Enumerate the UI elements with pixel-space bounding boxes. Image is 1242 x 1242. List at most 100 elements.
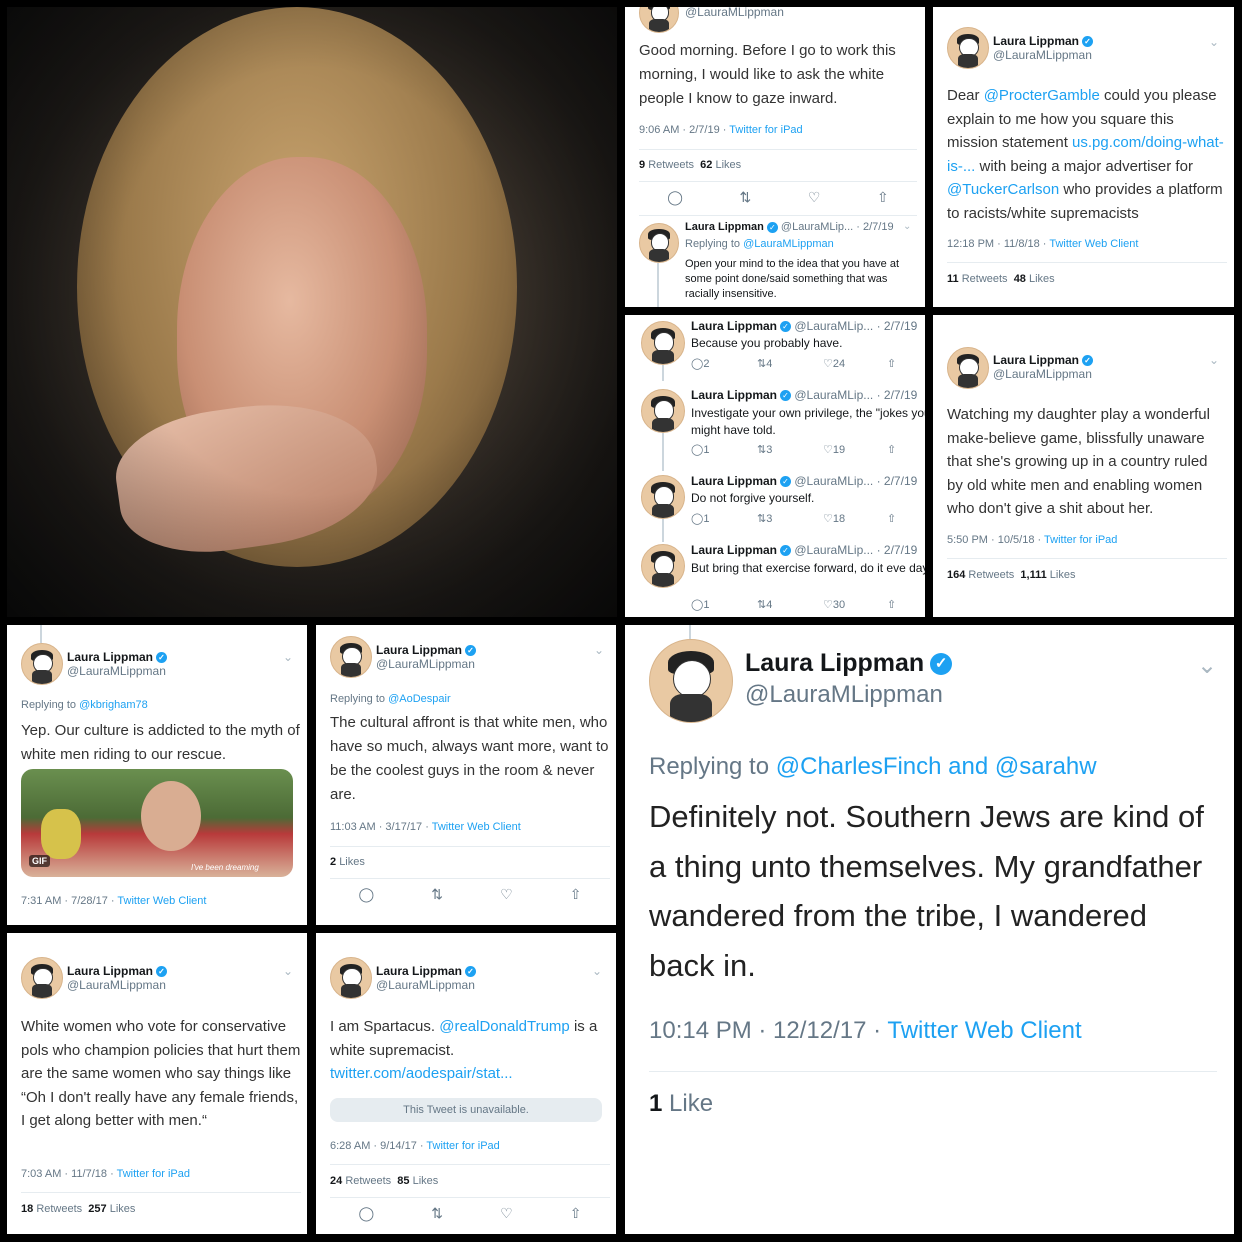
avatar[interactable] [947, 347, 989, 389]
client-link[interactable]: Twitter for iPad [1044, 534, 1117, 546]
tweet-card-southern-jews[interactable]: Laura Lippman ✓ @LauraMLippman ⌄ Replying… [625, 625, 1234, 1234]
reply-header: Laura Lippman ✓ @LauraMLip... · 2/7/19 [685, 221, 894, 233]
client-link[interactable]: Twitter Web Client [117, 895, 206, 907]
tweet-thread[interactable]: Laura Lippman ✓ @LauraMLip... · 2/7/19 Be… [625, 315, 925, 617]
heart-icon[interactable]: ♡ [808, 189, 821, 206]
share-icon[interactable]: ⇧ [570, 886, 582, 903]
author-name[interactable]: Laura Lippman ✓ [993, 34, 1094, 48]
chevron-down-icon[interactable]: ⌄ [1209, 353, 1219, 367]
avatar[interactable] [641, 389, 685, 433]
tweet-card-white-women[interactable]: Laura Lippman ✓ @LauraMLippman ⌄ White wo… [7, 933, 307, 1234]
reply-icon[interactable]: ◯1 [691, 512, 709, 525]
author-name[interactable]: Laura Lippman ✓ [376, 964, 477, 978]
avatar[interactable] [641, 544, 685, 588]
author-handle[interactable]: @LauraMLippman [376, 978, 475, 992]
avatar[interactable] [947, 27, 989, 69]
avatar[interactable] [639, 7, 679, 33]
tweet-stats: 24 Retweets 85 Likes [330, 1175, 439, 1187]
reply-icon[interactable]: ◯ [359, 1205, 375, 1222]
tweet-meta: 7:31 AM · 7/28/17 · Twitter Web Client [21, 895, 207, 907]
chevron-down-icon[interactable]: ⌄ [592, 964, 602, 978]
share-icon[interactable]: ⇧ [887, 598, 896, 611]
author-handle[interactable]: @LauraMLippman [67, 664, 166, 678]
author-name[interactable]: Laura Lippman ✓ [745, 649, 953, 678]
client-link[interactable]: Twitter Web Client [887, 1017, 1081, 1044]
url-link[interactable]: twitter.com/aodespair/stat... [330, 1065, 513, 1082]
avatar[interactable] [649, 639, 733, 723]
mention-link[interactable]: @realDonaldTrump [439, 1018, 570, 1035]
retweet-icon[interactable]: ⇅3 [757, 512, 772, 525]
client-link[interactable]: Twitter for iPad [729, 124, 802, 136]
author-handle[interactable]: @LauraMLippman [685, 7, 784, 19]
avatar[interactable] [641, 321, 685, 365]
heart-icon[interactable]: ♡ [500, 886, 513, 903]
tweet-meta: 11:03 AM · 3/17/17 · Twitter Web Client [330, 821, 521, 833]
tweet-card-daughter[interactable]: Laura Lippman ✓ @LauraMLippman ⌄ Watching… [933, 315, 1234, 617]
share-icon[interactable]: ⇧ [887, 443, 896, 456]
reply-icon[interactable]: ◯ [359, 886, 375, 903]
tweet-card-spartacus[interactable]: Laura Lippman ✓ @LauraMLippman ⌄ I am Spa… [316, 933, 616, 1234]
reply-icon[interactable]: ◯1 [691, 598, 709, 611]
client-link[interactable]: Twitter Web Client [432, 821, 521, 833]
chevron-down-icon[interactable]: ⌄ [1197, 651, 1217, 680]
chevron-down-icon[interactable]: ⌄ [903, 221, 911, 232]
thread-item-text: Because you probably have. [691, 336, 843, 350]
avatar[interactable] [639, 223, 679, 263]
heart-icon[interactable]: ♡24 [823, 357, 845, 370]
heart-icon[interactable]: ♡ [500, 1205, 513, 1222]
retweet-icon[interactable]: ⇅ [431, 886, 443, 903]
author-handle[interactable]: @LauraMLippman [745, 681, 943, 709]
thread-item-text: But bring that exercise forward, do it e… [691, 561, 925, 575]
chevron-down-icon[interactable]: ⌄ [283, 650, 293, 664]
author-name[interactable]: Laura Lippman ✓ [67, 650, 168, 664]
avatar[interactable] [330, 957, 372, 999]
mention-link[interactable]: @ProcterGamble [984, 87, 1100, 104]
tweet-stats: 1 Like [649, 1090, 714, 1117]
verified-badge-icon: ✓ [780, 545, 792, 557]
chevron-down-icon[interactable]: ⌄ [283, 964, 293, 978]
reply-icon[interactable]: ◯1 [691, 443, 709, 456]
tweet-text: Good morning. Before I go to work this m… [639, 42, 896, 107]
mention-link[interactable]: @TuckerCarlson [947, 181, 1059, 198]
tweet-stats: 11 Retweets 48 Likes [947, 273, 1055, 285]
retweet-icon[interactable]: ⇅4 [757, 357, 772, 370]
share-icon[interactable]: ⇧ [570, 1205, 582, 1222]
avatar[interactable] [21, 643, 63, 685]
tweet-card-good-morning[interactable]: @LauraMLippman Good morning. Before I go… [625, 7, 925, 307]
retweet-icon[interactable]: ⇅ [431, 1205, 443, 1222]
client-link[interactable]: Twitter for iPad [426, 1140, 499, 1152]
retweet-icon[interactable]: ⇅4 [757, 598, 772, 611]
author-handle[interactable]: @LauraMLippman [993, 367, 1092, 381]
avatar[interactable] [330, 636, 372, 678]
author-handle[interactable]: @LauraMLippman [993, 48, 1092, 62]
client-link[interactable]: Twitter for iPad [117, 1168, 190, 1180]
avatar[interactable] [641, 475, 685, 519]
share-icon[interactable]: ⇧ [887, 357, 896, 370]
reply-icon[interactable]: ◯ [667, 189, 683, 206]
chevron-down-icon[interactable]: ⌄ [594, 643, 604, 657]
share-icon[interactable]: ⇧ [877, 189, 889, 206]
tweet-stats: 9 Retweets 62 Likes [639, 159, 742, 171]
share-icon[interactable]: ⇧ [887, 512, 896, 525]
tweet-card-procter-gamble[interactable]: Laura Lippman ✓ @LauraMLippman ⌄ Dear @Pr… [933, 7, 1234, 307]
heart-icon[interactable]: ♡19 [823, 443, 845, 456]
author-name[interactable]: Laura Lippman ✓ [376, 643, 477, 657]
retweet-icon[interactable]: ⇅ [740, 189, 752, 206]
reply-icon[interactable]: ◯2 [691, 357, 709, 370]
tweet-card-myth[interactable]: Laura Lippman ✓ @LauraMLippman ⌄ Replying… [7, 625, 307, 925]
gif-media[interactable]: GIF I've been dreaming [21, 769, 293, 877]
heart-icon[interactable]: ♡30 [823, 598, 845, 611]
retweet-icon[interactable]: ⇅3 [757, 443, 772, 456]
heart-icon[interactable]: ♡18 [823, 512, 845, 525]
chevron-down-icon[interactable]: ⌄ [1209, 35, 1219, 49]
tweet-card-cultural-affront[interactable]: Laura Lippman ✓ @LauraMLippman ⌄ Replying… [316, 625, 616, 925]
avatar[interactable] [21, 957, 63, 999]
client-link[interactable]: Twitter Web Client [1049, 238, 1138, 250]
replying-to: Replying to @kbrigham78 [21, 699, 148, 711]
portrait-photo [7, 7, 617, 617]
author-handle[interactable]: @LauraMLippman [376, 657, 475, 671]
author-name[interactable]: Laura Lippman ✓ [67, 964, 168, 978]
author-handle[interactable]: @LauraMLippman [67, 978, 166, 992]
verified-badge-icon: ✓ [465, 966, 477, 978]
author-name[interactable]: Laura Lippman ✓ [993, 353, 1094, 367]
